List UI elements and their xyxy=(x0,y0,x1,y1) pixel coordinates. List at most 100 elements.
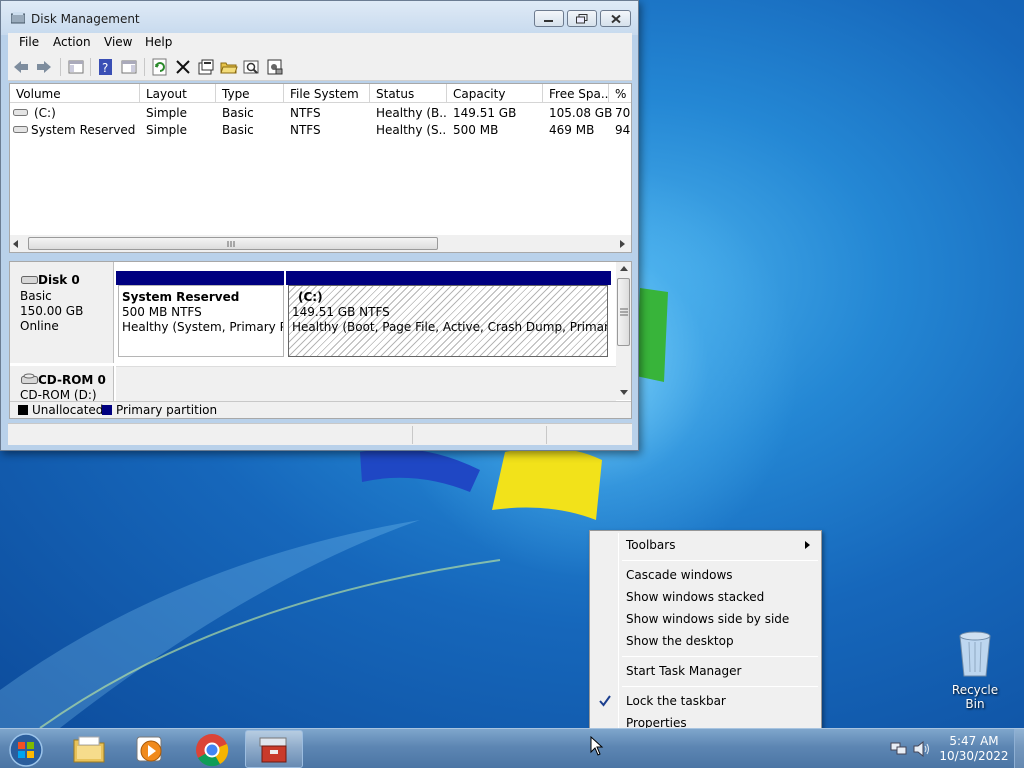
partition-c[interactable]: (C:) 149.51 GB NTFS Healthy (Boot, Page … xyxy=(288,285,608,357)
show-hide-action-pane-icon[interactable] xyxy=(120,58,138,76)
disk-size: 150.00 GB xyxy=(20,304,84,318)
forward-icon[interactable] xyxy=(35,58,53,76)
properties-icon[interactable] xyxy=(197,58,215,76)
toolbar-separator xyxy=(90,58,91,76)
menu-action[interactable]: Action xyxy=(53,35,91,49)
partition-status: Healthy (System, Primary Par xyxy=(122,320,284,334)
column-header-percent-free[interactable]: % F xyxy=(609,84,631,103)
help-icon[interactable]: ? xyxy=(97,58,115,76)
show-hide-console-tree-icon[interactable] xyxy=(67,58,85,76)
volume-percent-free: 70 xyxy=(615,106,631,120)
disk-name: Disk 0 xyxy=(38,273,80,287)
system-clock[interactable]: 5:47 AM 10/30/2022 xyxy=(934,734,1014,764)
disk-management-window: Disk Management File Action View Help ? xyxy=(0,0,639,451)
column-header-capacity[interactable]: Capacity xyxy=(447,84,543,103)
menu-item-cascade-windows[interactable]: Cascade windows xyxy=(592,564,819,586)
title-bar[interactable]: Disk Management xyxy=(1,1,638,35)
volume-type: Basic xyxy=(222,106,254,120)
menu-help[interactable]: Help xyxy=(145,35,172,49)
toolbar: ? xyxy=(8,53,632,81)
menu-item-show-the-desktop[interactable]: Show the desktop xyxy=(592,630,819,652)
menu-item-show-windows-side-by-side[interactable]: Show windows side by side xyxy=(592,608,819,630)
partition-type-bar xyxy=(116,271,284,285)
volume-name: System Reserved xyxy=(31,123,136,137)
network-icon[interactable] xyxy=(890,741,908,757)
scroll-up-icon[interactable] xyxy=(620,266,628,271)
drive-icon xyxy=(13,126,28,133)
mouse-pointer-icon xyxy=(590,736,604,756)
taskbar-context-menu: Toolbars Cascade windows Show windows st… xyxy=(589,530,822,736)
column-header-volume[interactable]: Volume xyxy=(10,84,140,103)
disk-0-header[interactable]: Disk 0 Basic 150.00 GB Online xyxy=(10,262,114,363)
column-header-layout[interactable]: Layout xyxy=(140,84,216,103)
cdrom-area[interactable] xyxy=(116,366,616,401)
recycle-bin-label: Recycle Bin xyxy=(951,683,999,711)
table-row[interactable]: System Reserved Simple Basic NTFS Health… xyxy=(10,121,631,138)
vertical-scrollbar[interactable] xyxy=(616,262,631,400)
scroll-left-icon[interactable] xyxy=(13,240,19,248)
menu-view[interactable]: View xyxy=(104,35,132,49)
menu-file[interactable]: File xyxy=(19,35,39,49)
disk-state: Online xyxy=(20,319,59,333)
open-folder-icon[interactable] xyxy=(220,58,238,76)
disk-management-icon xyxy=(11,12,25,24)
volume-free-space: 105.08 GB xyxy=(549,106,613,120)
find-icon[interactable] xyxy=(243,58,261,76)
menu-item-label: Start Task Manager xyxy=(626,664,742,678)
menu-item-show-windows-stacked[interactable]: Show windows stacked xyxy=(592,586,819,608)
scrollbar-thumb[interactable] xyxy=(617,278,630,346)
taskbar-app-chrome[interactable] xyxy=(182,730,240,768)
volume-icon[interactable] xyxy=(913,741,931,757)
menu-bar: File Action View Help xyxy=(8,33,632,53)
show-desktop-button[interactable] xyxy=(1014,729,1024,768)
cdrom-icon xyxy=(21,373,38,384)
volume-capacity: 149.51 GB xyxy=(453,106,517,120)
scroll-right-icon[interactable] xyxy=(620,240,626,248)
scroll-down-icon[interactable] xyxy=(620,390,628,395)
checkmark-icon xyxy=(599,695,611,707)
menu-separator xyxy=(622,560,818,561)
disk-icon xyxy=(21,276,38,284)
horizontal-scrollbar[interactable] xyxy=(10,235,631,252)
file-explorer-icon xyxy=(73,736,105,763)
refresh-icon[interactable] xyxy=(151,58,169,76)
recycle-bin[interactable]: Recycle Bin xyxy=(941,630,1009,711)
minimize-icon xyxy=(544,19,553,22)
minimize-button[interactable] xyxy=(534,10,564,27)
cdrom-0-header[interactable]: CD-ROM 0 CD-ROM (D:) xyxy=(10,366,114,402)
close-icon xyxy=(610,14,621,23)
taskbar-app-media-player[interactable] xyxy=(121,730,179,768)
partition-name: (C:) xyxy=(298,290,323,304)
column-header-file-system[interactable]: File System xyxy=(284,84,370,103)
delete-icon[interactable] xyxy=(174,58,192,76)
menu-separator xyxy=(622,686,818,687)
taskbar-app-explorer[interactable] xyxy=(60,730,118,768)
drive-icon xyxy=(13,109,28,116)
menu-item-lock-the-taskbar[interactable]: Lock the taskbar xyxy=(592,690,819,712)
volume-file-system: NTFS xyxy=(290,106,321,120)
column-header-free-space[interactable]: Free Spa... xyxy=(543,84,609,103)
back-icon[interactable] xyxy=(12,58,30,76)
menu-item-label: Toolbars xyxy=(626,538,676,552)
table-row[interactable]: (C:) Simple Basic NTFS Healthy (B... 149… xyxy=(10,104,631,121)
status-bar xyxy=(8,423,632,445)
computer-management-icon xyxy=(259,737,287,763)
grip-icon xyxy=(620,308,628,316)
maximize-button[interactable] xyxy=(567,10,597,27)
column-header-type[interactable]: Type xyxy=(216,84,284,103)
taskbar[interactable]: 5:47 AM 10/30/2022 xyxy=(0,728,1024,768)
menu-item-start-task-manager[interactable]: Start Task Manager xyxy=(592,660,819,682)
legend-swatch-unallocated xyxy=(18,405,28,415)
disk-properties-icon[interactable] xyxy=(266,58,284,76)
taskbar-app-computer-management[interactable] xyxy=(245,730,303,768)
menu-item-toolbars[interactable]: Toolbars xyxy=(592,534,819,556)
partition-system-reserved[interactable]: System Reserved 500 MB NTFS Healthy (Sys… xyxy=(118,285,284,357)
start-button[interactable] xyxy=(0,730,50,768)
partition-size: 500 MB NTFS xyxy=(122,305,202,319)
status-separator xyxy=(412,426,413,444)
scrollbar-thumb[interactable] xyxy=(28,237,438,250)
close-button[interactable] xyxy=(600,10,631,27)
legend-unallocated: Unallocated xyxy=(32,403,104,417)
column-header-status[interactable]: Status xyxy=(370,84,447,103)
menu-separator xyxy=(622,656,818,657)
